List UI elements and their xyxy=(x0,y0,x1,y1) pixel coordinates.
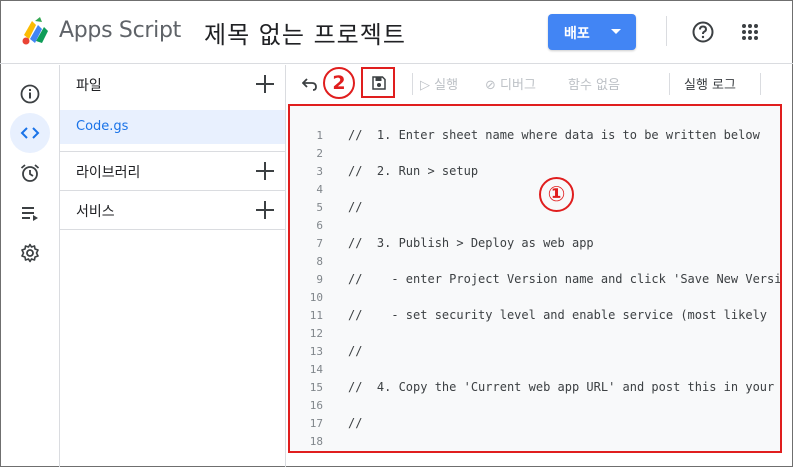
file-item-code-gs[interactable]: Code.gs xyxy=(60,110,285,144)
line-number: 15 xyxy=(309,381,323,394)
function-select[interactable]: 함수 없음 xyxy=(568,74,620,93)
line-number: 8 xyxy=(316,255,323,268)
line-number: 3 xyxy=(316,165,323,178)
annotation-badge-2: 2 xyxy=(323,67,355,99)
line-number: 11 xyxy=(309,309,323,322)
code-line[interactable]: 5 // xyxy=(290,200,780,218)
line-text: // 2. Run > setup xyxy=(348,164,479,178)
info-icon xyxy=(20,84,40,104)
save-button[interactable] xyxy=(361,67,395,98)
code-icon xyxy=(20,127,40,139)
code-editor[interactable]: 1 // 1. Enter sheet name where data is to… xyxy=(288,104,782,453)
line-number: 10 xyxy=(309,291,323,304)
alarm-icon xyxy=(20,164,40,182)
app-name: Apps Script xyxy=(59,18,181,43)
code-line[interactable]: 14 xyxy=(290,362,780,380)
files-label: 파일 xyxy=(76,78,102,94)
deploy-button[interactable]: 배포 xyxy=(548,14,636,50)
line-number: 4 xyxy=(316,183,323,196)
code-line[interactable]: 4 xyxy=(290,182,780,200)
settings-icon xyxy=(21,243,39,263)
project-title[interactable]: 제목 없는 프로젝트 xyxy=(204,15,406,50)
run-button[interactable]: ▷ 실행 xyxy=(420,74,458,93)
code-line[interactable]: 2 xyxy=(290,146,780,164)
header-divider xyxy=(666,16,667,46)
line-text: // - set security level and enable servi… xyxy=(348,308,768,322)
help-icon[interactable] xyxy=(692,21,714,43)
line-number: 5 xyxy=(316,201,323,214)
triggers-button[interactable] xyxy=(10,153,50,193)
line-number: 17 xyxy=(309,417,323,430)
toolbar-divider xyxy=(669,73,670,95)
code-line[interactable]: 12 xyxy=(290,326,780,344)
code-line[interactable]: 16 xyxy=(290,398,780,416)
code-line[interactable]: 3 // 2. Run > setup xyxy=(290,164,780,182)
divider xyxy=(60,229,286,230)
libraries-section-header: 라이브러리 xyxy=(60,152,286,190)
code-line[interactable]: 9 // - enter Project Version name and cli… xyxy=(290,272,780,290)
code-line[interactable]: 10 xyxy=(290,290,780,308)
annotation-badge-1: ① xyxy=(539,177,574,212)
executions-icon xyxy=(22,207,38,221)
add-service-icon[interactable] xyxy=(256,201,274,219)
overview-button[interactable] xyxy=(10,74,50,114)
line-number: 6 xyxy=(316,219,323,232)
line-number: 12 xyxy=(309,327,323,340)
code-line[interactable]: 1 // 1. Enter sheet name where data is to… xyxy=(290,128,780,146)
code-line[interactable]: 18 xyxy=(290,434,780,451)
code-line[interactable]: 13 // xyxy=(290,344,780,362)
apps-script-logo-icon[interactable] xyxy=(20,15,52,47)
line-text: // 4. Copy the 'Current web app URL' and… xyxy=(348,380,775,394)
editor-button[interactable] xyxy=(10,113,50,153)
add-library-icon[interactable] xyxy=(256,162,274,180)
code-line[interactable]: 7 // 3. Publish > Deploy as web app xyxy=(290,236,780,254)
file-name: Code.gs xyxy=(76,119,129,134)
settings-button[interactable] xyxy=(10,233,50,273)
line-text: // xyxy=(348,416,363,430)
add-file-icon[interactable] xyxy=(256,75,274,93)
code-line[interactable]: 15 // 4. Copy the 'Current web app URL' a… xyxy=(290,380,780,398)
executions-button[interactable] xyxy=(10,193,50,233)
line-text: // 3. Publish > Deploy as web app xyxy=(348,236,594,250)
line-number: 9 xyxy=(316,273,323,286)
line-number: 18 xyxy=(309,435,323,448)
toolbar-divider xyxy=(760,73,761,95)
services-label: 서비스 xyxy=(76,204,115,220)
apps-grid-icon[interactable] xyxy=(741,23,759,41)
line-number: 1 xyxy=(316,129,323,142)
services-section-header: 서비스 xyxy=(60,191,286,229)
line-number: 13 xyxy=(309,345,323,358)
top-header: Apps Script 제목 없는 프로젝트 배포 xyxy=(0,0,793,64)
libraries-label: 라이브러리 xyxy=(76,165,141,181)
undo-icon[interactable] xyxy=(302,77,318,91)
left-nav-rail xyxy=(0,65,60,467)
toolbar-divider xyxy=(412,73,413,95)
file-panel: 파일 Code.gs 라이브러리 서비스 xyxy=(60,65,286,467)
line-number: 16 xyxy=(309,399,323,412)
code-line[interactable]: 17 // xyxy=(290,416,780,434)
debug-button[interactable]: ⊘ 디버그 xyxy=(485,74,536,93)
line-text: // xyxy=(348,200,363,214)
code-line[interactable]: 11 // - set security level and enable ser… xyxy=(290,308,780,326)
line-text: // - enter Project Version name and clic… xyxy=(348,272,782,286)
line-text: // xyxy=(348,344,363,358)
chevron-down-icon xyxy=(611,29,621,34)
save-icon xyxy=(372,76,386,90)
line-number: 2 xyxy=(316,147,323,160)
files-section-header: 파일 xyxy=(60,65,286,103)
code-line[interactable]: 8 xyxy=(290,254,780,272)
code-line[interactable]: 6 xyxy=(290,218,780,236)
deploy-label: 배포 xyxy=(564,26,590,42)
line-number: 7 xyxy=(316,237,323,250)
line-text: // 1. Enter sheet name where data is to … xyxy=(348,128,760,142)
execution-log-button[interactable]: 실행 로그 xyxy=(684,74,736,93)
line-number: 14 xyxy=(309,363,323,376)
